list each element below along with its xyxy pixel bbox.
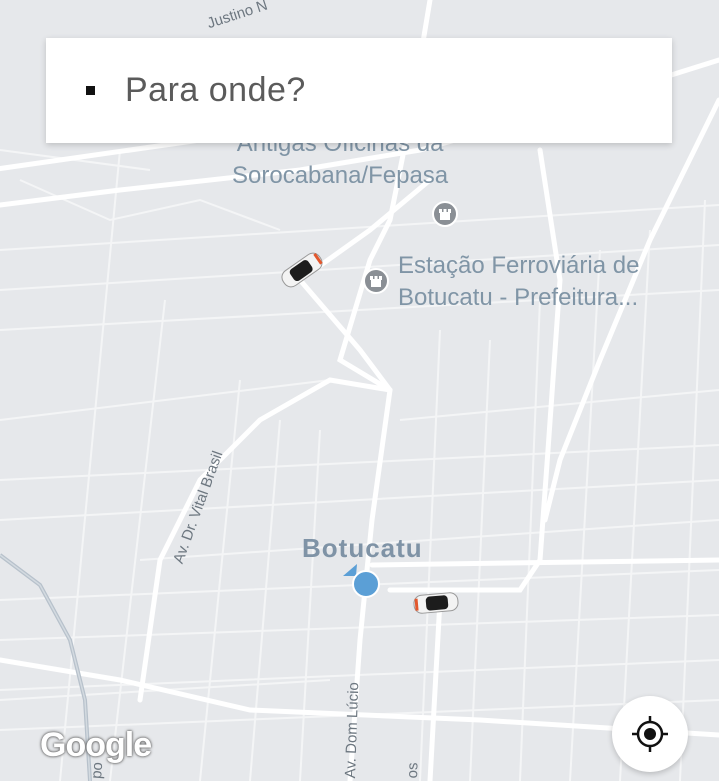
landmark-icon[interactable] bbox=[432, 201, 458, 227]
poi-label-line2: Sorocabana/Fepasa bbox=[232, 162, 449, 189]
car-icon bbox=[413, 592, 459, 614]
street-label-bottom: os bbox=[404, 762, 422, 779]
street-label-dom-lucio: Av. Dom Lúcio bbox=[342, 681, 363, 779]
locate-me-button[interactable] bbox=[612, 696, 688, 772]
destination-search-bar[interactable]: Para onde? bbox=[46, 38, 672, 143]
destination-square-icon bbox=[86, 86, 95, 95]
poi-label-line1: Estação Ferroviária de bbox=[398, 252, 640, 279]
landmark-icon[interactable] bbox=[363, 268, 389, 294]
poi-label-estacao[interactable]: Estação Ferroviária de Botucatu - Prefei… bbox=[398, 250, 639, 314]
google-attribution-logo: Google bbox=[40, 726, 152, 764]
locate-icon bbox=[632, 716, 668, 752]
poi-label-line2: Botucatu - Prefeitura... bbox=[398, 284, 639, 311]
city-label: Botucatu bbox=[302, 533, 423, 563]
destination-search-placeholder: Para onde? bbox=[125, 71, 306, 109]
